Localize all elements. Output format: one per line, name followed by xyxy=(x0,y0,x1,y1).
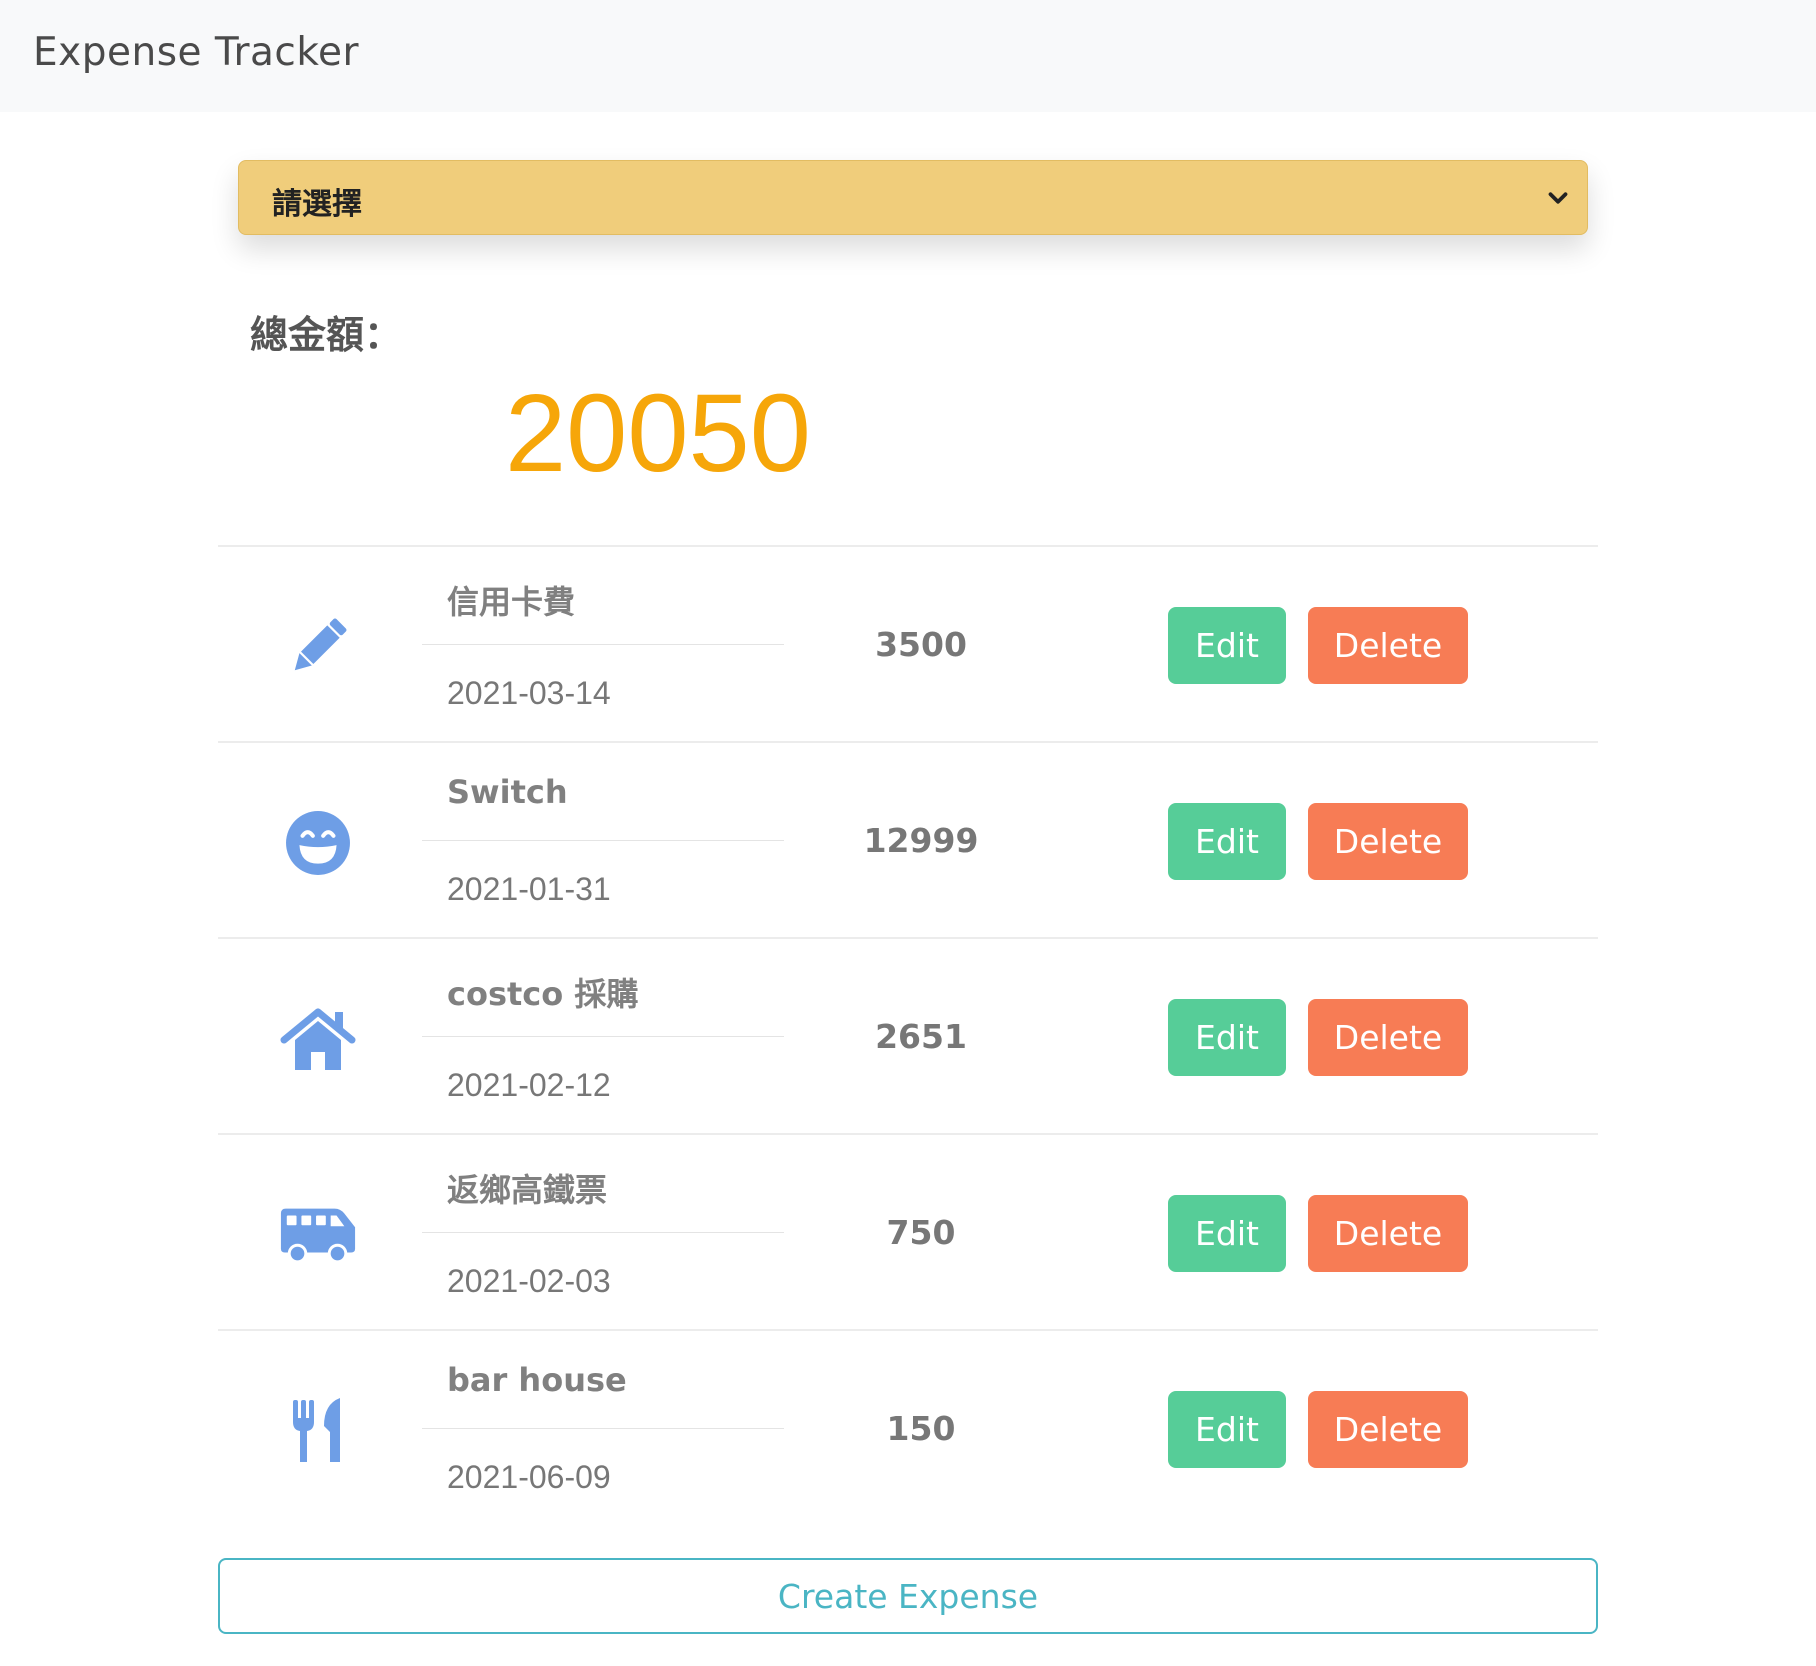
expense-amount: 3500 xyxy=(875,625,967,664)
navbar: Expense Tracker xyxy=(0,0,1816,112)
edit-button[interactable]: Edit xyxy=(1168,999,1286,1076)
delete-button[interactable]: Delete xyxy=(1308,1195,1468,1272)
expense-date: 2021-02-12 xyxy=(447,1067,611,1103)
delete-button[interactable]: Delete xyxy=(1308,1391,1468,1468)
expense-amount: 150 xyxy=(886,1409,956,1448)
expense-name: bar house xyxy=(447,1361,627,1399)
delete-button[interactable]: Delete xyxy=(1308,803,1468,880)
expense-info: 返鄉高鐵票 2021-02-03 xyxy=(422,1135,784,1331)
expense-info: costco 採購 2021-02-12 xyxy=(422,939,784,1135)
divider xyxy=(422,1232,784,1233)
grin-icon xyxy=(278,803,358,883)
divider xyxy=(422,1428,784,1429)
total-amount: 20050 xyxy=(505,372,811,495)
home-icon xyxy=(278,999,358,1079)
edit-button[interactable]: Edit xyxy=(1168,607,1286,684)
edit-button[interactable]: Edit xyxy=(1168,1195,1286,1272)
expense-row: 信用卡費 2021-03-14 3500 Edit Delete xyxy=(218,545,1598,741)
utensils-icon xyxy=(278,1391,358,1471)
expense-name: 返鄉高鐵票 xyxy=(447,1171,608,1209)
pencil-icon xyxy=(278,607,358,687)
expense-row: bar house 2021-06-09 150 Edit Delete xyxy=(218,1329,1598,1525)
expense-row: costco 採購 2021-02-12 2651 Edit Delete xyxy=(218,937,1598,1133)
expense-name: 信用卡費 xyxy=(447,583,576,621)
expense-info: bar house 2021-06-09 xyxy=(422,1331,784,1527)
app-brand[interactable]: Expense Tracker xyxy=(33,30,359,75)
expense-info: 信用卡費 2021-03-14 xyxy=(422,547,784,743)
expense-list: 信用卡費 2021-03-14 3500 Edit Delete Switch … xyxy=(218,545,1598,1525)
expense-amount: 12999 xyxy=(863,821,979,860)
edit-button[interactable]: Edit xyxy=(1168,803,1286,880)
divider xyxy=(422,840,784,841)
expense-amount: 2651 xyxy=(875,1017,967,1056)
expense-info: Switch 2021-01-31 xyxy=(422,743,784,939)
expense-name: costco 採購 xyxy=(447,975,639,1013)
category-select[interactable]: 請選擇 xyxy=(238,160,1588,235)
divider xyxy=(422,644,784,645)
shuttle-van-icon xyxy=(278,1195,358,1275)
divider xyxy=(422,1036,784,1037)
expense-date: 2021-01-31 xyxy=(447,871,611,907)
delete-button[interactable]: Delete xyxy=(1308,999,1468,1076)
total-label: 總金額： xyxy=(250,313,403,357)
expense-amount: 750 xyxy=(886,1213,956,1252)
create-expense-button[interactable]: Create Expense xyxy=(218,1558,1598,1634)
delete-button[interactable]: Delete xyxy=(1308,607,1468,684)
expense-date: 2021-02-03 xyxy=(447,1263,611,1299)
expense-date: 2021-03-14 xyxy=(447,675,611,711)
expense-date: 2021-06-09 xyxy=(447,1459,611,1495)
expense-name: Switch xyxy=(447,773,568,811)
edit-button[interactable]: Edit xyxy=(1168,1391,1286,1468)
chevron-down-icon xyxy=(1548,192,1568,204)
expense-row: 返鄉高鐵票 2021-02-03 750 Edit Delete xyxy=(218,1133,1598,1329)
expense-row: Switch 2021-01-31 12999 Edit Delete xyxy=(218,741,1598,937)
category-select-value: 請選擇 xyxy=(272,187,362,222)
